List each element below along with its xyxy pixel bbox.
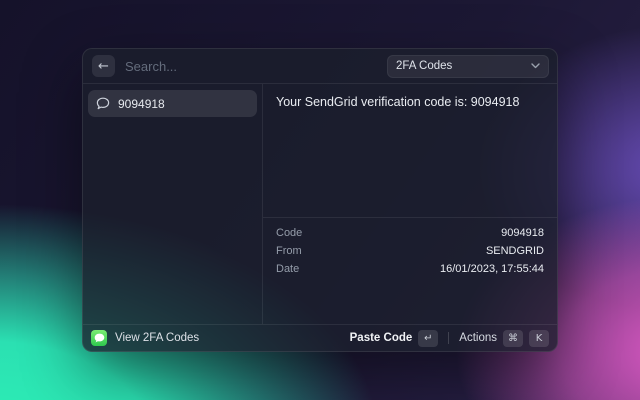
metadata-value: 16/01/2023, 17:55:44 <box>440 263 544 275</box>
metadata-row-date: Date 16/01/2023, 17:55:44 <box>276 260 544 278</box>
launcher-window: ← 2FA Codes 9094918 Your SendGrid verif <box>82 48 558 352</box>
action-bar: View 2FA Codes Paste Code ↵ Actions ⌘ K <box>83 325 557 351</box>
search-input[interactable] <box>125 58 387 74</box>
metadata-label: Date <box>276 263 300 275</box>
search-header: ← 2FA Codes <box>83 49 557 83</box>
command-title: View 2FA Codes <box>115 332 200 344</box>
extension-dropdown[interactable]: 2FA Codes <box>387 54 549 78</box>
back-arrow-icon: ← <box>98 58 109 74</box>
detail-pane: Your SendGrid verification code is: 9094… <box>263 84 557 324</box>
metadata-label: From <box>276 245 302 257</box>
message-bubble-icon <box>96 97 110 110</box>
metadata-value: 9094918 <box>501 227 544 239</box>
chevron-down-icon <box>531 63 540 69</box>
messages-app-icon <box>91 330 107 346</box>
main-area: 9094918 Your SendGrid verification code … <box>83 84 557 324</box>
k-key-icon: K <box>529 329 549 347</box>
metadata-label: Code <box>276 227 303 239</box>
return-key-icon: ↵ <box>418 329 439 347</box>
back-button[interactable]: ← <box>92 55 115 77</box>
results-list: 9094918 <box>83 84 263 324</box>
detail-spacer <box>263 284 557 324</box>
actions-button[interactable]: Actions <box>459 332 497 344</box>
command-key-icon: ⌘ <box>503 329 523 347</box>
message-preview: Your SendGrid verification code is: 9094… <box>276 95 520 109</box>
metadata-row-code: Code 9094918 <box>276 224 544 242</box>
footer-separator <box>448 332 450 344</box>
metadata-section: Code 9094918 From SENDGRID Date 16/01/20… <box>263 218 557 284</box>
desktop-background: { "header": { "back_icon_glyph": "←", "s… <box>0 0 640 400</box>
metadata-row-from: From SENDGRID <box>276 242 544 260</box>
paste-code-button[interactable]: Paste Code <box>350 332 413 344</box>
metadata-value: SENDGRID <box>485 245 544 257</box>
list-item-label: 9094918 <box>118 96 165 111</box>
extension-dropdown-value: 2FA Codes <box>396 60 453 72</box>
list-item-code[interactable]: 9094918 <box>88 90 257 117</box>
